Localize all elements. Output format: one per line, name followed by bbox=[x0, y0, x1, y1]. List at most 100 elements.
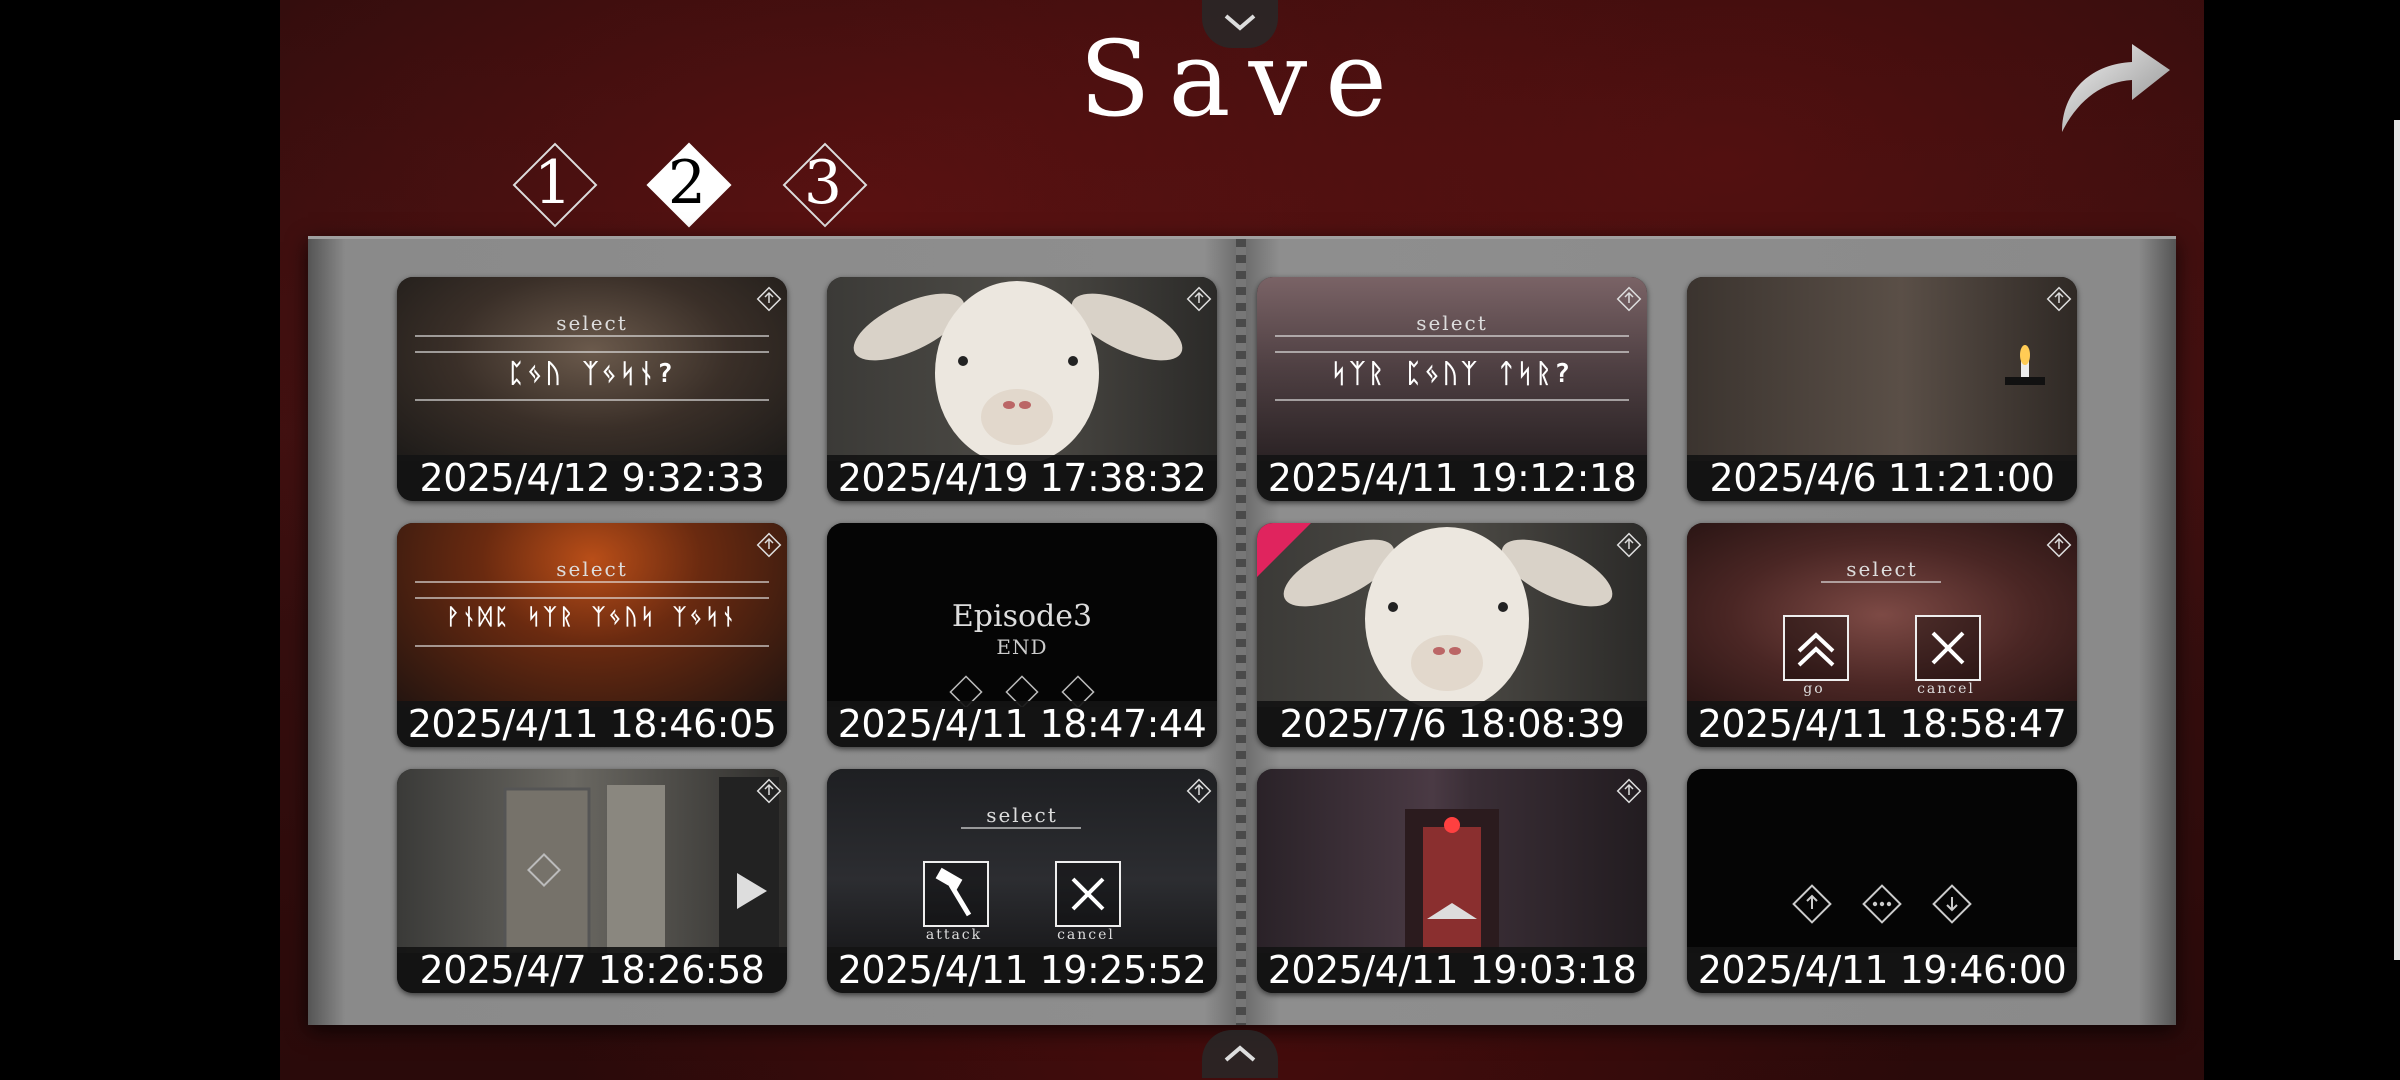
divider bbox=[415, 335, 769, 337]
share-icon[interactable] bbox=[1615, 285, 1643, 313]
attack-button bbox=[923, 861, 989, 927]
share-icon[interactable] bbox=[2045, 285, 2073, 313]
share-icon[interactable] bbox=[755, 777, 783, 805]
goat-image bbox=[853, 281, 1183, 465]
cancel-label: cancel bbox=[1917, 681, 1975, 697]
save-slot-9[interactable]: 2025/4/7 18:26:58 bbox=[397, 769, 787, 993]
save-slot-11[interactable]: 2025/4/11 19:03:18 bbox=[1257, 769, 1647, 993]
share-icon[interactable] bbox=[2045, 531, 2073, 559]
share-icon[interactable] bbox=[1615, 777, 1643, 805]
slot-thumbnail bbox=[397, 769, 787, 955]
slot-thumbnail bbox=[1257, 523, 1647, 711]
red-door-image bbox=[1405, 809, 1499, 953]
share-icon[interactable] bbox=[755, 285, 783, 313]
divider bbox=[1275, 351, 1629, 353]
chevron-up-icon bbox=[1224, 1045, 1256, 1062]
page-tab-2[interactable]: 2 bbox=[642, 138, 732, 228]
cancel-button bbox=[1055, 861, 1121, 927]
episode-subtitle: END bbox=[996, 635, 1048, 659]
close-icon bbox=[1931, 631, 1965, 665]
save-album: select ᛈᛃᚢ ᛉᛃᛋᚾ? 2025/4/12 9:32:33 2025/… bbox=[308, 236, 2176, 1025]
scroll-down-button[interactable] bbox=[1202, 1030, 1278, 1078]
slot-thumbnail bbox=[1687, 769, 2077, 953]
double-chevron-up-icon bbox=[1797, 632, 1835, 667]
cipher-text: ᛈᛃᚢ ᛉᛃᛋᚾ? bbox=[508, 359, 676, 389]
save-slot-8[interactable]: select go cancel 2025/4/11 18:58:47 bbox=[1687, 523, 2077, 747]
divider bbox=[415, 399, 769, 401]
close-icon bbox=[1071, 877, 1105, 911]
save-date: 2025/4/11 19:25:52 bbox=[827, 947, 1217, 993]
divider bbox=[1821, 581, 1941, 583]
save-slot-3[interactable]: select ᛋᛉᚱ ᛈᛃᚢᛉ ᛏᛋᚱ? 2025/4/11 19:12:18 bbox=[1257, 277, 1647, 501]
select-label: select bbox=[1846, 557, 1918, 581]
share-icon[interactable] bbox=[755, 531, 783, 559]
page-tab-number: 1 bbox=[533, 148, 573, 218]
page-title: Save bbox=[1079, 18, 1405, 140]
share-icon[interactable] bbox=[1185, 285, 1213, 313]
divider bbox=[961, 827, 1081, 829]
page-tab-number: 3 bbox=[803, 148, 843, 218]
save-slot-6[interactable]: Episode3 END 2025/4/11 18:47:44 bbox=[827, 523, 1217, 747]
save-slot-2[interactable]: 2025/4/19 17:38:32 bbox=[827, 277, 1217, 501]
save-date: 2025/4/11 18:46:05 bbox=[397, 701, 787, 747]
save-slot-12[interactable]: 2025/4/11 19:46:00 bbox=[1687, 769, 2077, 993]
slot-thumbnail: select ᚹᚾᛞᛈ ᛋᛉᚱ ᛉᛃᚢᛋ ᛉᛃᛋᚾ bbox=[397, 523, 787, 707]
select-label: select bbox=[986, 803, 1058, 827]
save-date: 2025/4/11 19:46:00 bbox=[1687, 947, 2077, 993]
curved-arrow-icon bbox=[2062, 44, 2170, 132]
attack-label: attack bbox=[925, 927, 983, 943]
save-date: 2025/4/12 9:32:33 bbox=[397, 455, 787, 501]
cancel-button bbox=[1915, 615, 1981, 681]
save-slot-10[interactable]: select attack cancel 2025/4/11 19:25:52 bbox=[827, 769, 1217, 993]
share-diamond-icon bbox=[1792, 884, 1832, 924]
download-diamond-icon bbox=[1932, 884, 1972, 924]
save-slot-4[interactable]: 2025/4/6 11:21:00 bbox=[1687, 277, 2077, 501]
hallway-image bbox=[503, 777, 779, 955]
save-date: 2025/4/6 11:21:00 bbox=[1687, 455, 2077, 501]
page-tab-3[interactable]: 3 bbox=[778, 138, 868, 228]
divider bbox=[415, 597, 769, 599]
select-label: select bbox=[556, 311, 628, 335]
save-date: 2025/4/11 19:12:18 bbox=[1257, 455, 1647, 501]
game-screen: Save 1 2 3 select ᛈᛃᚢ ᛉᛃᛋᚾ? 2025/4/12 9:… bbox=[280, 0, 2204, 1080]
page-tab-1[interactable]: 1 bbox=[508, 138, 598, 228]
save-date: 2025/4/7 18:26:58 bbox=[397, 947, 787, 993]
save-date: 2025/4/11 19:03:18 bbox=[1257, 947, 1647, 993]
divider bbox=[1275, 335, 1629, 337]
go-button bbox=[1783, 615, 1849, 681]
save-date: 2025/4/11 18:47:44 bbox=[827, 701, 1217, 747]
select-label: select bbox=[556, 557, 628, 581]
divider bbox=[415, 351, 769, 353]
page-tab-number: 2 bbox=[667, 148, 707, 218]
divider bbox=[415, 645, 769, 647]
album-spine bbox=[1236, 239, 1246, 1025]
divider bbox=[1275, 399, 1629, 401]
side-edge-indicator bbox=[2394, 120, 2400, 960]
slot-actions[interactable] bbox=[1787, 879, 1977, 929]
slot-thumbnail bbox=[827, 277, 1217, 465]
select-label: select bbox=[1416, 311, 1488, 335]
share-icon[interactable] bbox=[1185, 777, 1213, 805]
slot-thumbnail: select ᛈᛃᚢ ᛉᛃᛋᚾ? bbox=[397, 277, 787, 461]
back-button[interactable] bbox=[2052, 30, 2182, 140]
share-icon[interactable] bbox=[1615, 531, 1643, 559]
goat-image bbox=[1257, 523, 1613, 711]
episode-title: Episode3 bbox=[951, 599, 1093, 634]
cipher-text: ᚹᚾᛞᛈ ᛋᛉᚱ ᛉᛃᚢᛋ ᛉᛃᛋᚾ bbox=[446, 605, 738, 630]
divider bbox=[415, 581, 769, 583]
slot-thumbnail bbox=[1257, 769, 1647, 953]
save-slot-1[interactable]: select ᛈᛃᚢ ᛉᛃᛋᚾ? 2025/4/12 9:32:33 bbox=[397, 277, 787, 501]
slot-thumbnail: select go cancel bbox=[1687, 523, 2077, 707]
save-date: 2025/4/11 18:58:47 bbox=[1687, 701, 2077, 747]
slot-thumbnail bbox=[1687, 277, 2077, 461]
more-diamond-icon bbox=[1862, 884, 1902, 924]
hammer-hand-icon bbox=[935, 867, 972, 917]
save-date: 2025/7/6 18:08:39 bbox=[1257, 701, 1647, 747]
save-slot-7[interactable]: 2025/7/6 18:08:39 bbox=[1257, 523, 1647, 747]
save-slot-5[interactable]: select ᚹᚾᛞᛈ ᛋᛉᚱ ᛉᛃᚢᛋ ᛉᛃᛋᚾ 2025/4/11 18:4… bbox=[397, 523, 787, 747]
save-date: 2025/4/19 17:38:32 bbox=[827, 455, 1217, 501]
slot-thumbnail: select attack cancel bbox=[827, 769, 1217, 953]
slot-thumbnail: select ᛋᛉᚱ ᛈᛃᚢᛉ ᛏᛋᚱ? bbox=[1257, 277, 1647, 461]
slot-thumbnail: Episode3 END bbox=[827, 523, 1217, 707]
cipher-text: ᛋᛉᚱ ᛈᛃᚢᛉ ᛏᛋᚱ? bbox=[1331, 359, 1573, 389]
